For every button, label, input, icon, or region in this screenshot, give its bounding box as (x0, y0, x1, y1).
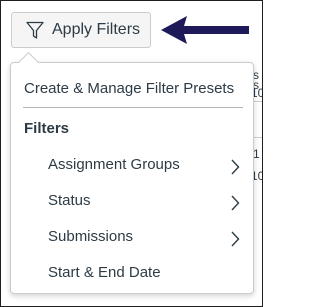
filter-item-label: Assignment Groups (48, 156, 180, 173)
screenshot-frame: s s 10 1 10 Apply Filters Create & Manag… (0, 0, 263, 307)
menu-caret (17, 51, 40, 74)
chevron-right-icon (231, 195, 240, 211)
filters-menu: Create & Manage Filter Presets Filters A… (10, 51, 254, 294)
left-arrow-icon (161, 16, 249, 44)
menu-divider (23, 107, 243, 108)
apply-filters-label: Apply Filters (52, 21, 141, 38)
filters-section-title: Filters (24, 120, 70, 137)
filter-item-label: Start & End Date (48, 264, 161, 281)
create-manage-filter-presets-item[interactable]: Create & Manage Filter Presets (24, 80, 234, 97)
filter-item-assignment-groups[interactable]: Assignment Groups (48, 156, 180, 173)
filter-item-label: Submissions (48, 228, 134, 245)
chevron-right-icon (231, 159, 240, 175)
background-cell-text: 1 (253, 147, 260, 161)
chevron-right-icon (231, 231, 240, 247)
filter-item-start-end-date[interactable]: Start & End Date (48, 264, 161, 281)
filter-item-submissions[interactable]: Submissions (48, 228, 133, 245)
filter-funnel-icon (26, 21, 44, 39)
apply-filters-button[interactable]: Apply Filters (11, 12, 151, 48)
filter-item-label: Status (48, 192, 91, 209)
filter-item-status[interactable]: Status (48, 192, 91, 209)
